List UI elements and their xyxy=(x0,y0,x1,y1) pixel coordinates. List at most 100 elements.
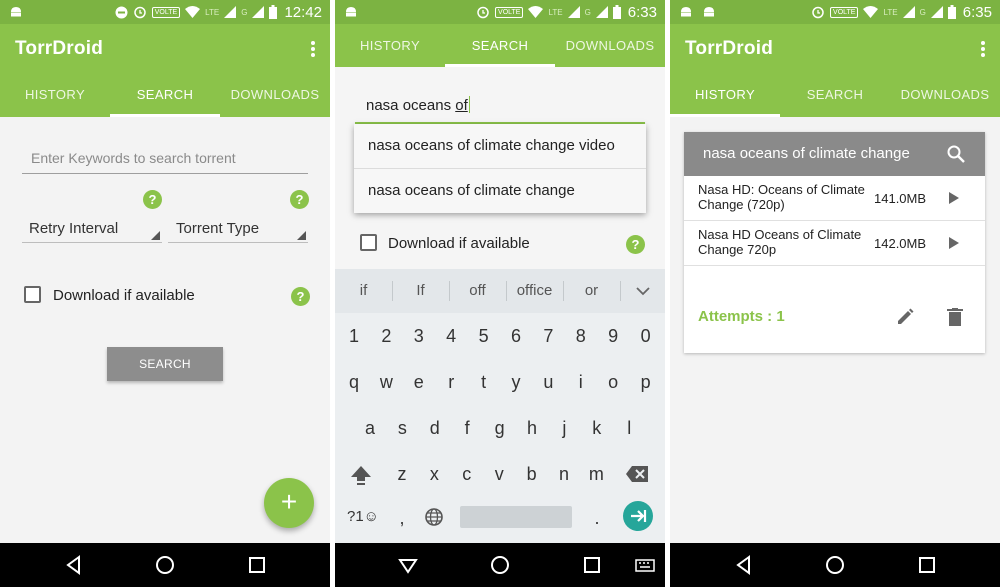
keywords-input[interactable]: nasa oceans of xyxy=(366,96,470,114)
suggestion-item[interactable]: nasa oceans of climate change xyxy=(354,169,646,213)
tab-search[interactable]: SEARCH xyxy=(780,73,890,117)
key-1[interactable]: 1 xyxy=(339,326,369,347)
key-6[interactable]: 6 xyxy=(501,326,531,347)
app-bar: TorrDroid HISTORY SEARCH DOWNLOADS xyxy=(670,24,1000,117)
delete-icon[interactable] xyxy=(947,308,963,326)
tab-history[interactable]: HISTORY xyxy=(670,73,780,117)
key-q[interactable]: q xyxy=(339,372,369,393)
signal-icon xyxy=(224,6,237,18)
key-b[interactable]: b xyxy=(517,464,547,485)
tab-downloads[interactable]: DOWNLOADS xyxy=(890,73,1000,117)
comma-key[interactable]: , xyxy=(387,508,417,529)
help-icon[interactable]: ? xyxy=(143,190,162,209)
recents-icon[interactable] xyxy=(581,554,603,576)
enter-key[interactable] xyxy=(623,501,653,531)
key-f[interactable]: f xyxy=(452,418,482,439)
key-w[interactable]: w xyxy=(371,372,401,393)
download-if-available-checkbox[interactable] xyxy=(24,286,41,303)
keyboard-suggestion[interactable]: off xyxy=(449,269,506,313)
keyboard-suggestion[interactable]: office xyxy=(506,269,563,313)
keyboard-suggestion[interactable]: If xyxy=(392,269,449,313)
play-icon[interactable] xyxy=(949,192,959,204)
key-m[interactable]: m xyxy=(581,464,611,485)
help-icon[interactable]: ? xyxy=(291,287,310,306)
play-icon[interactable] xyxy=(949,237,959,249)
key-c[interactable]: c xyxy=(452,464,482,485)
battery-icon xyxy=(947,5,956,19)
chevron-down-icon xyxy=(635,287,650,296)
globe-icon[interactable] xyxy=(424,507,444,527)
key-n[interactable]: n xyxy=(549,464,579,485)
expand-suggestions-button[interactable] xyxy=(620,269,665,313)
recents-icon[interactable] xyxy=(246,554,268,576)
key-e[interactable]: e xyxy=(404,372,434,393)
keyboard-switch-icon[interactable] xyxy=(635,554,655,576)
back-icon[interactable] xyxy=(733,554,755,576)
key-d[interactable]: d xyxy=(420,418,450,439)
retry-interval-dropdown[interactable]: Retry Interval xyxy=(22,213,162,243)
key-7[interactable]: 7 xyxy=(533,326,563,347)
key-x[interactable]: x xyxy=(419,464,449,485)
key-p[interactable]: p xyxy=(631,372,661,393)
result-row[interactable]: Nasa HD: Oceans of Climate Change (720p)… xyxy=(684,176,985,221)
key-t[interactable]: t xyxy=(469,372,499,393)
recents-icon[interactable] xyxy=(916,554,938,576)
query-prefix: nasa oceans xyxy=(366,97,456,114)
key-9[interactable]: 9 xyxy=(598,326,628,347)
back-down-icon[interactable] xyxy=(397,554,419,576)
help-icon[interactable]: ? xyxy=(290,190,309,209)
key-h[interactable]: h xyxy=(517,418,547,439)
key-8[interactable]: 8 xyxy=(566,326,596,347)
keywords-input[interactable]: Enter Keywords to search torrent xyxy=(22,144,308,174)
backspace-icon[interactable] xyxy=(625,465,649,483)
key-2[interactable]: 2 xyxy=(371,326,401,347)
symbols-key[interactable]: ?1☺ xyxy=(345,508,381,525)
tab-downloads[interactable]: DOWNLOADS xyxy=(555,24,665,67)
key-i[interactable]: i xyxy=(566,372,596,393)
result-row[interactable]: Nasa HD Oceans of Climate Change 720p 14… xyxy=(684,221,985,266)
add-fab-button[interactable]: + xyxy=(264,478,314,528)
key-u[interactable]: u xyxy=(533,372,563,393)
home-icon[interactable] xyxy=(824,554,846,576)
shift-icon[interactable] xyxy=(350,464,372,486)
key-a[interactable]: a xyxy=(355,418,385,439)
space-key[interactable] xyxy=(460,506,572,528)
key-v[interactable]: v xyxy=(484,464,514,485)
download-if-available-label: Download if available xyxy=(388,235,530,252)
key-5[interactable]: 5 xyxy=(469,326,499,347)
tab-history[interactable]: HISTORY xyxy=(335,24,445,67)
period-key[interactable]: . xyxy=(582,508,612,529)
search-button[interactable]: SEARCH xyxy=(107,347,223,381)
torrent-type-dropdown[interactable]: Torrent Type xyxy=(168,213,308,243)
key-4[interactable]: 4 xyxy=(436,326,466,347)
key-j[interactable]: j xyxy=(549,418,579,439)
suggestion-dropdown: nasa oceans of climate change video nasa… xyxy=(354,124,646,213)
suggestion-item[interactable]: nasa oceans of climate change video xyxy=(354,124,646,168)
tab-search[interactable]: SEARCH xyxy=(445,24,555,67)
key-o[interactable]: o xyxy=(598,372,628,393)
download-if-available-checkbox[interactable] xyxy=(360,234,377,251)
key-z[interactable]: z xyxy=(387,464,417,485)
overflow-menu-icon[interactable] xyxy=(310,40,316,58)
tab-search[interactable]: SEARCH xyxy=(110,73,220,117)
key-g[interactable]: g xyxy=(485,418,515,439)
home-icon[interactable] xyxy=(489,554,511,576)
home-icon[interactable] xyxy=(154,554,176,576)
history-query: nasa oceans of climate change xyxy=(703,145,910,162)
key-y[interactable]: y xyxy=(501,372,531,393)
search-icon[interactable] xyxy=(947,145,965,163)
tab-history[interactable]: HISTORY xyxy=(0,73,110,117)
overflow-menu-icon[interactable] xyxy=(980,40,986,58)
help-icon[interactable]: ? xyxy=(626,235,645,254)
key-0[interactable]: 0 xyxy=(631,326,661,347)
key-s[interactable]: s xyxy=(387,418,417,439)
keyboard-suggestion[interactable]: or xyxy=(563,269,620,313)
key-3[interactable]: 3 xyxy=(404,326,434,347)
tab-downloads[interactable]: DOWNLOADS xyxy=(220,73,330,117)
edit-icon[interactable] xyxy=(896,308,914,326)
key-l[interactable]: l xyxy=(614,418,644,439)
back-icon[interactable] xyxy=(63,554,85,576)
key-k[interactable]: k xyxy=(582,418,612,439)
keyboard-suggestion[interactable]: if xyxy=(335,269,392,313)
key-r[interactable]: r xyxy=(436,372,466,393)
